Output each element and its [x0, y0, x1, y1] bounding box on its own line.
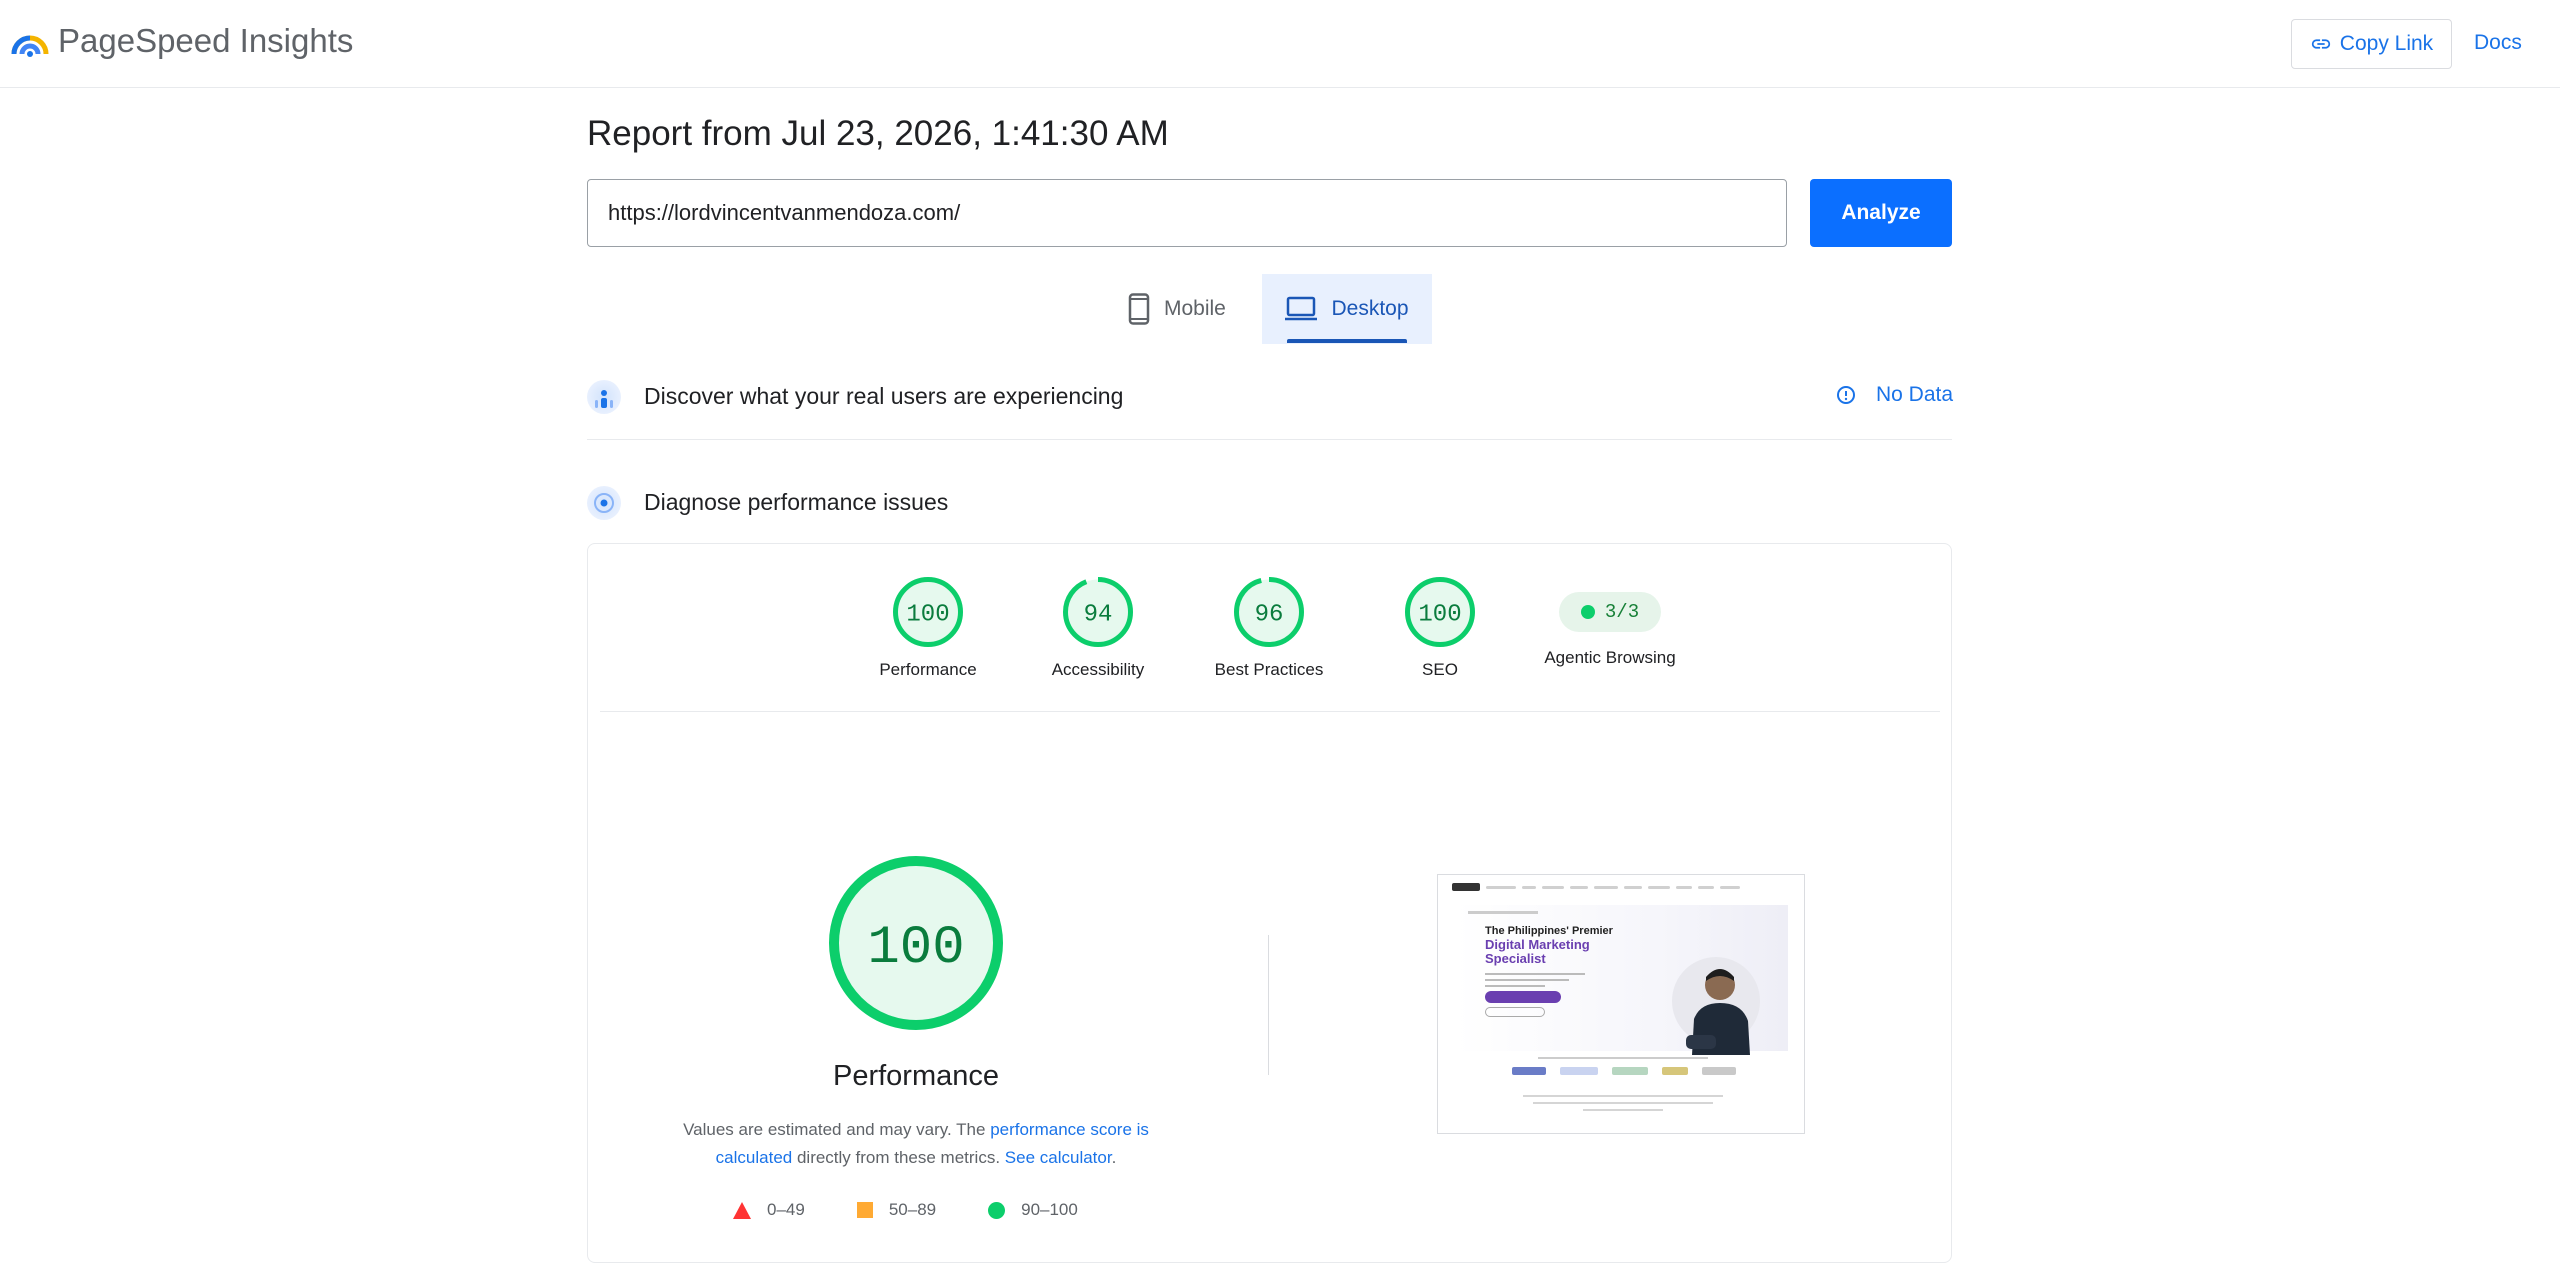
- docs-link[interactable]: Docs: [2474, 31, 2522, 55]
- desc-text: Values are estimated and may vary. The: [683, 1120, 991, 1139]
- performance-score-gauge: 100: [829, 856, 1003, 1030]
- legend-average: 50–89: [856, 1200, 937, 1220]
- score-value: 96: [1255, 601, 1284, 628]
- report-title: Report from Jul 23, 2026, 1:41:30 AM: [587, 114, 1169, 153]
- score-value: 94: [1084, 601, 1113, 628]
- legend-pass: 90–100: [988, 1200, 1078, 1220]
- tab-mobile-label: Mobile: [1164, 297, 1226, 320]
- info-icon: [1837, 386, 1855, 404]
- legend-fail: 0–49: [733, 1200, 805, 1220]
- field-data-icon: [587, 380, 621, 414]
- score-ring: 100: [1405, 577, 1475, 647]
- score-ring: 94: [1063, 577, 1133, 647]
- score-ring: 100: [893, 577, 963, 647]
- pagespeed-logo-icon: [11, 35, 49, 57]
- gauge-label: Performance: [879, 660, 977, 679]
- thumbnail-client-logos: [1512, 1067, 1736, 1075]
- laptop-icon: [1285, 296, 1318, 321]
- link-icon: [2311, 39, 2330, 49]
- person-photo: [1672, 957, 1760, 1055]
- copy-link-label: Copy Link: [2339, 32, 2434, 55]
- field-data-title: Discover what your real users are experi…: [644, 383, 1124, 409]
- legend-range: 0–49: [767, 1200, 805, 1219]
- score-value: 100: [1418, 601, 1461, 628]
- desc-text: .: [1111, 1148, 1117, 1167]
- gauge-label: Best Practices: [1214, 660, 1324, 679]
- agentic-score-pill: 3/3: [1559, 592, 1661, 632]
- score-legend: 0–49 50–89 90–100: [733, 1200, 1130, 1220]
- gauge-seo[interactable]: 100 SEO: [1350, 576, 1530, 680]
- score-ring: 96: [1234, 577, 1304, 647]
- url-input[interactable]: [587, 179, 1787, 247]
- legend-range: 90–100: [1021, 1200, 1078, 1219]
- gauge-row-divider: [600, 711, 1940, 712]
- section-divider: [587, 439, 1952, 440]
- analyze-button[interactable]: Analyze: [1810, 179, 1952, 247]
- gauge-accessibility[interactable]: 94 Accessibility: [1008, 576, 1188, 680]
- gauge-best-practices[interactable]: 96 Best Practices: [1179, 576, 1359, 680]
- legend-range: 50–89: [888, 1200, 937, 1219]
- no-data-label: No Data: [1876, 383, 1954, 406]
- pass-dot-icon: [1580, 605, 1595, 619]
- gauge-agentic-browsing[interactable]: 3/3 Agentic Browsing: [1520, 576, 1700, 668]
- tab-desktop[interactable]: Desktop: [1262, 274, 1432, 344]
- gauge-performance[interactable]: 100 Performance: [838, 576, 1018, 680]
- score-value: 100: [867, 918, 964, 979]
- no-data-indicator[interactable]: No Data: [1836, 383, 1953, 407]
- agentic-score: 3/3: [1604, 601, 1640, 623]
- diagnose-title: Diagnose performance issues: [644, 489, 949, 515]
- see-calculator-link[interactable]: See calculator: [1005, 1148, 1112, 1167]
- score-value: 100: [906, 601, 949, 628]
- vertical-divider: [1268, 935, 1269, 1075]
- thumbnail-subheadline: Digital Marketing Specialist: [1485, 937, 1590, 966]
- gauge-label: SEO: [1422, 660, 1458, 679]
- gauge-label: Accessibility: [1051, 660, 1145, 679]
- performance-title: Performance: [832, 1060, 999, 1092]
- diagnose-icon: [587, 486, 621, 520]
- tab-mobile[interactable]: Mobile: [1128, 274, 1260, 344]
- desc-text: directly from these metrics.: [792, 1148, 1005, 1167]
- copy-link-button[interactable]: Copy Link: [2291, 19, 2452, 69]
- app-title: PageSpeed Insights: [58, 22, 354, 59]
- gauge-label: Agentic Browsing: [1544, 648, 1676, 667]
- top-bar: PageSpeed Insights Copy Link Docs: [0, 0, 2560, 88]
- smartphone-icon: [1128, 293, 1150, 325]
- tab-selected-indicator: [1287, 339, 1407, 343]
- square-icon: [856, 1202, 873, 1218]
- triangle-icon: [733, 1201, 751, 1219]
- tab-desktop-label: Desktop: [1331, 297, 1409, 320]
- circle-icon: [988, 1201, 1006, 1219]
- thumbnail-nav: [1438, 875, 1804, 899]
- performance-description: Values are estimated and may vary. The p…: [650, 1116, 1182, 1172]
- page-screenshot-thumbnail[interactable]: The Philippines' Premier Digital Marketi…: [1437, 874, 1805, 1134]
